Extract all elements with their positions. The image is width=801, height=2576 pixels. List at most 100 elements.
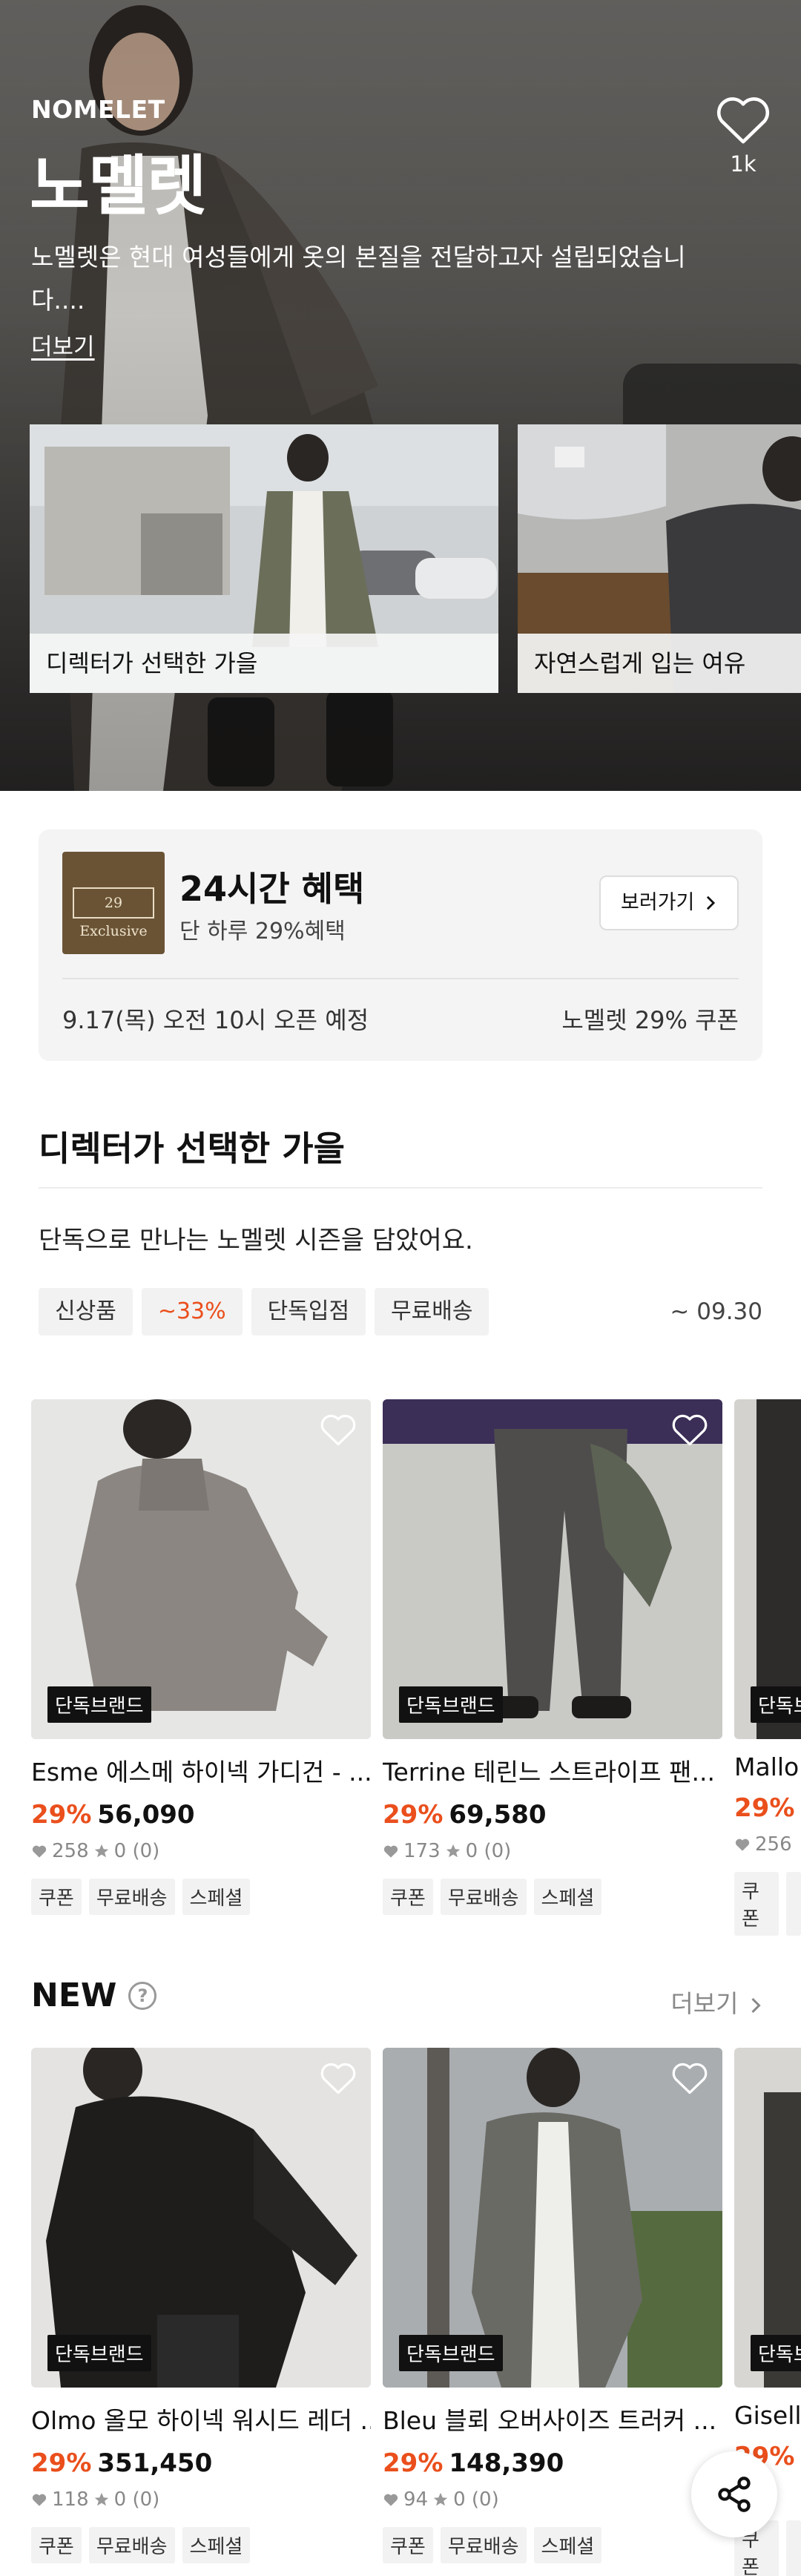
product-tags: 쿠폰 무료배송 스페셜 <box>383 1879 722 1915</box>
discount-rate: 29% <box>383 1800 444 1830</box>
product-card[interactable]: 단독브랜드 Esme 에스메 하이넥 가디건 - ... 29% 56,090 2… <box>31 1399 371 1915</box>
like-count: 173 <box>403 1840 441 1862</box>
brand-hero: NOMELET 노멜렛 노멜렛은 현대 여성들에게 옷의 본질을 전달하고자 설… <box>0 0 801 791</box>
brand-name-en: NOMELET <box>31 95 165 124</box>
product-tags: 쿠폰 <box>734 1872 801 1936</box>
product-name: Bleu 블뢰 오버사이즈 트러커 ... <box>383 2406 717 2435</box>
product-price: 29% 69,580 <box>383 1800 722 1830</box>
benefit-view-label: 보러가기 <box>621 891 695 914</box>
product-price: 29% 56,090 <box>31 1800 371 1830</box>
product-stats: 118 0 (0) <box>31 2488 371 2511</box>
product-name: Olmo 올모 하이넥 워시드 레더 ... <box>31 2406 371 2435</box>
exclusive-badge: 단독브랜드 <box>47 2335 151 2371</box>
product-stats: 94 0 (0) <box>383 2488 722 2511</box>
chip-free-shipping: 무료배송 <box>375 1288 490 1335</box>
brand-description: 노멜렛은 현대 여성들에게 옷의 본질을 전달하고자 설립되었습니다.... <box>31 243 686 315</box>
product-tags: 쿠폰 무료배송 스페셜 <box>383 2527 722 2563</box>
rating: 0 (0) <box>465 1840 512 1862</box>
tag-free-shipping: 무료배송 <box>88 1879 175 1915</box>
star-icon <box>94 1844 108 1858</box>
like-count: 258 <box>52 1840 89 1862</box>
rating: 0 (0) <box>113 2488 160 2511</box>
exclusive-badge: 단독브랜드 <box>399 2335 503 2371</box>
product-tags: 쿠폰 무료배송 스페셜 <box>31 2527 371 2563</box>
new-more-link[interactable]: 더보기 <box>670 1984 762 2020</box>
curation-chips: 신상품 ~33% 단독입점 무료배송 <box>39 1288 490 1335</box>
benefit-open-notice: 9.17(목) 오전 10시 오픈 예정 <box>62 1006 369 1034</box>
heart-outline-icon[interactable] <box>319 1411 357 1447</box>
price-value: 351,450 <box>97 2448 213 2478</box>
curation-card-relaxed[interactable]: 자연스럽게 입는 여유 <box>518 424 801 693</box>
rating: 0 (0) <box>113 1840 160 1862</box>
benefit-coupon-label: 노멜렛 29% 쿠폰 <box>561 1006 739 1034</box>
benefit-view-button[interactable]: 보러가기 <box>599 875 739 930</box>
brand-name-ko: 노멜렛 <box>30 148 207 224</box>
product-card[interactable]: 단독브랜드 Terrine 테린느 스트라이프 팬... 29% 69,580 1… <box>383 1399 722 1915</box>
share-icon <box>718 2477 751 2512</box>
tag-free-shipping: 무료배송 <box>440 2527 527 2563</box>
product-price: 29% 148,390 <box>383 2448 722 2478</box>
discount-rate: 29% <box>383 2448 444 2478</box>
tag-special: 스페셜 <box>533 2527 602 2563</box>
brand-more-link[interactable]: 더보기 <box>31 328 95 361</box>
discount-rate: 29% <box>31 2448 92 2478</box>
tag-free-shipping: 무료배송 <box>88 2527 175 2563</box>
product-image: 단독브랜드 <box>734 2048 801 2388</box>
curation-card-caption: 자연스럽게 입는 여유 <box>518 634 801 693</box>
curation-card-autumn[interactable]: 디렉터가 선택한 가을 <box>30 424 498 693</box>
heart-filled-icon <box>735 1839 750 1851</box>
product-image: 단독브랜드 <box>383 1399 722 1739</box>
price-value: 148,390 <box>449 2448 564 2478</box>
rating: 0 (0) <box>453 2488 499 2511</box>
heart-outline-icon[interactable] <box>670 1411 709 1447</box>
product-stats: 173 0 (0) <box>383 1840 722 1862</box>
heart-filled-icon <box>32 1845 47 1858</box>
like-count: 94 <box>403 2488 429 2511</box>
new-more-label: 더보기 <box>670 1989 739 2018</box>
tag-special: 스페셜 <box>182 1879 251 1915</box>
like-count: 256 <box>755 1833 792 1856</box>
heart-outline-icon[interactable] <box>319 2060 357 2095</box>
product-name: Esme 에스메 하이넥 가디건 - ... <box>31 1758 371 1787</box>
tag-coupon: 쿠폰 <box>31 1879 82 1915</box>
curation-description: 단독으로 만나는 노멜렛 시즌을 담았어요. <box>39 1226 473 1255</box>
tag-coupon: 쿠폰 <box>734 1872 779 1936</box>
price-value: 56,090 <box>97 1800 195 1830</box>
discount-rate: 29% <box>734 1793 795 1823</box>
product-card[interactable]: 단독브랜드 Bleu 블뢰 오버사이즈 트러커 ... 29% 148,390 9… <box>383 2048 722 2563</box>
chevron-right-icon <box>751 1997 761 2014</box>
like-count: 118 <box>52 2488 89 2511</box>
exclusive-badge: 단독브랜드 <box>47 1686 151 1723</box>
star-icon <box>433 2492 448 2506</box>
chip-discount: ~33% <box>141 1288 243 1335</box>
question-circle-icon[interactable]: ? <box>128 1981 157 2010</box>
tag-coupon: 쿠폰 <box>31 2527 82 2563</box>
tag-more <box>786 2520 801 2576</box>
heart-outline-icon <box>716 97 770 144</box>
product-stats: 258 0 (0) <box>31 1840 371 1862</box>
tag-free-shipping: 무료배송 <box>440 1879 527 1915</box>
exclusive-badge: 단독브랜드 <box>399 1686 503 1723</box>
heart-filled-icon <box>383 1845 398 1858</box>
benefit-thumbnail-label: 29 Exclusive <box>73 887 154 939</box>
product-name: Terrine 테린느 스트라이프 팬... <box>383 1758 715 1787</box>
curation-title: 디렉터가 선택한 가을 <box>39 1128 345 1169</box>
share-button[interactable] <box>691 2451 777 2537</box>
chevron-right-icon <box>706 896 716 910</box>
tag-coupon: 쿠폰 <box>383 1879 433 1915</box>
chip-exclusive: 단독입점 <box>251 1288 366 1335</box>
product-card[interactable]: 단독브랜드 Mallo 29%6 256 쿠폰 <box>734 1399 801 1936</box>
tag-more <box>786 1872 801 1936</box>
heart-filled-icon <box>32 2494 47 2506</box>
product-image: 단독브랜드 <box>383 2048 722 2388</box>
product-name: Mallo <box>734 1752 800 1781</box>
heart-outline-icon[interactable] <box>670 2060 709 2095</box>
divider <box>62 978 739 979</box>
brand-like-button[interactable]: 1k <box>712 92 774 177</box>
exclusive-badge: 단독브랜드 <box>751 2335 801 2371</box>
tag-special: 스페셜 <box>533 1879 602 1915</box>
benefit-title: 24시간 혜택 <box>179 869 365 909</box>
product-image: 단독브랜드 <box>734 1399 801 1739</box>
product-name: Giselle <box>734 2401 801 2430</box>
product-card[interactable]: 단독브랜드 Olmo 올모 하이넥 워시드 레더 ... 29% 351,450 … <box>31 2048 371 2563</box>
